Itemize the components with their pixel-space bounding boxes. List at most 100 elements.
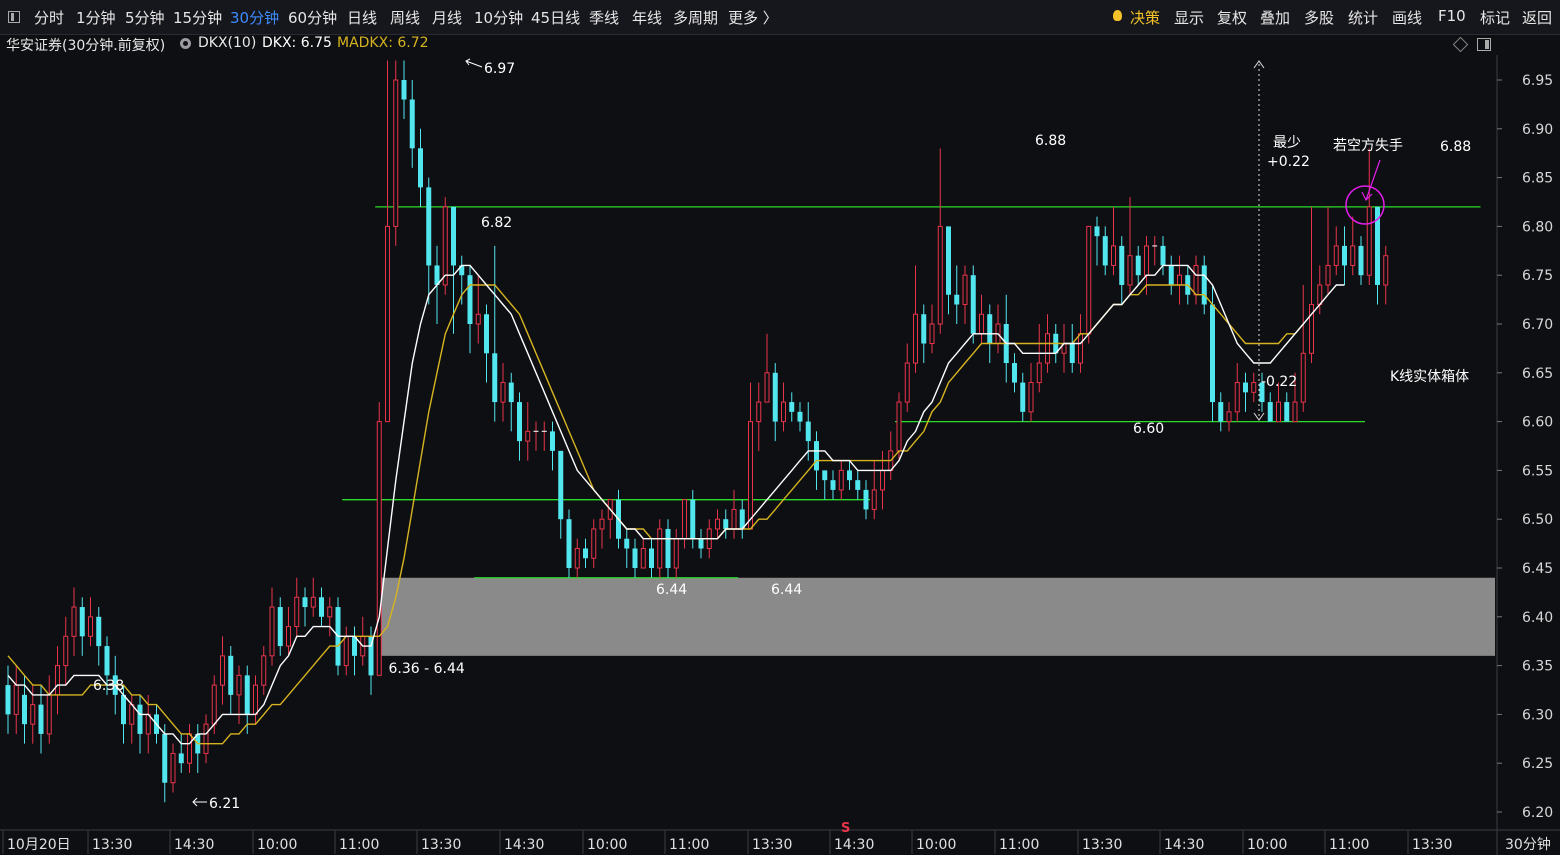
candle-body: [393, 79, 399, 227]
candle-body: [129, 704, 135, 725]
candle-body: [558, 450, 564, 520]
candle[interactable]: [566, 509, 572, 578]
candle-body: [79, 607, 85, 637]
label-min: 最少: [1273, 135, 1301, 151]
sell-marker: S: [841, 821, 850, 836]
candle-body: [1102, 236, 1108, 266]
candle-body: [847, 470, 852, 481]
candle-body: [343, 635, 349, 667]
candle-body: [1036, 362, 1042, 384]
candle-body: [1168, 265, 1174, 285]
candle-body: [1111, 245, 1116, 266]
candle-body: [517, 402, 522, 442]
candle-body: [772, 372, 778, 422]
kline-chart[interactable]: 6.36 - 6.44 6.21 6.38 6.97 6.82 6.44 6.44 6.88…: [0, 0, 1560, 855]
candle-body: [954, 294, 960, 305]
candle-body: [962, 274, 968, 305]
label-low-621: 6.21: [209, 796, 240, 812]
candle-body: [632, 548, 638, 568]
x-tick-label: 13:30: [1412, 837, 1452, 853]
candle-body: [418, 148, 423, 188]
candle-body: [1177, 274, 1182, 286]
y-tick-label: 6.65: [1522, 366, 1553, 382]
candle-body: [1333, 245, 1339, 266]
candle-body: [310, 596, 316, 608]
x-tick-label: 14:30: [504, 837, 544, 853]
candle-body: [401, 80, 407, 100]
y-tick-label: 6.90: [1522, 122, 1553, 138]
label-644b: 6.44: [771, 582, 802, 598]
candle-body: [409, 99, 415, 149]
candle-body: [286, 626, 291, 647]
candle-body: [838, 469, 844, 491]
candle-body: [715, 518, 720, 530]
x-tick-label: 13:30: [421, 837, 461, 853]
candle-body: [38, 704, 44, 734]
x-tick-label: 11:00: [339, 837, 379, 853]
candle-body: [748, 421, 753, 530]
y-tick-label: 6.95: [1522, 73, 1553, 89]
candle-body: [822, 470, 828, 481]
candle-body: [187, 733, 192, 764]
candle-body: [904, 362, 910, 403]
candle-body: [756, 401, 762, 423]
label-697: 6.97: [484, 61, 515, 77]
y-tick-label: 6.35: [1522, 659, 1553, 675]
candle-body: [1366, 206, 1372, 276]
candle-body: [624, 538, 630, 549]
candle-body: [137, 704, 143, 734]
candle-body: [649, 548, 654, 568]
y-tick-label: 6.25: [1522, 756, 1553, 772]
y-tick-label: 6.70: [1522, 317, 1553, 333]
candle-body: [583, 548, 588, 559]
annot-box: K线实体箱体: [1390, 369, 1469, 385]
candle-body: [830, 480, 836, 490]
candle[interactable]: [393, 60, 399, 246]
candle-body: [475, 313, 481, 325]
candle-body: [979, 313, 984, 335]
x-unit-label: 30分钟: [1505, 836, 1551, 853]
candle-body: [30, 704, 36, 725]
candle-body: [484, 314, 489, 354]
candle-body: [657, 528, 663, 569]
x-tick-label: 11:00: [999, 837, 1039, 853]
x-tick-label: 14:30: [1164, 837, 1204, 853]
candle-body: [1078, 333, 1083, 364]
candle-body: [690, 499, 696, 539]
candle[interactable]: [442, 197, 448, 295]
candle-body: [319, 597, 324, 617]
label-688b: 6.88: [1440, 139, 1471, 155]
candle-body: [937, 225, 943, 325]
candle-body: [451, 206, 456, 266]
candle-body: [203, 723, 209, 754]
x-tick-label: 13:30: [92, 837, 132, 853]
candle-body: [1234, 382, 1240, 413]
candle-body: [294, 596, 300, 628]
candle-body: [96, 616, 102, 647]
candle-body: [1086, 225, 1092, 335]
candle-body: [1251, 382, 1257, 393]
label-minus: -0.22: [1261, 374, 1297, 390]
candle-body: [731, 508, 737, 530]
candle-body: [1317, 284, 1323, 305]
candle-body: [896, 401, 902, 452]
candle-body: [236, 674, 242, 696]
candle-body: [640, 547, 646, 569]
candle-body: [591, 528, 597, 559]
candle-body: [5, 685, 11, 715]
candle-body: [508, 382, 514, 403]
candle-body: [1300, 352, 1306, 403]
candle-body: [1342, 245, 1347, 266]
candle[interactable]: [970, 265, 976, 344]
candle-body: [1350, 245, 1356, 266]
x-tick-label: 13:30: [752, 837, 792, 853]
candle-body: [566, 519, 572, 568]
candle-body: [1292, 401, 1298, 423]
candle-body: [500, 382, 506, 403]
candle-body: [913, 313, 918, 364]
candle-body: [228, 655, 234, 695]
candle[interactable]: [1086, 225, 1092, 344]
candle-body: [55, 665, 60, 696]
y-tick-label: 6.75: [1522, 268, 1553, 284]
candle-body: [1160, 245, 1166, 266]
